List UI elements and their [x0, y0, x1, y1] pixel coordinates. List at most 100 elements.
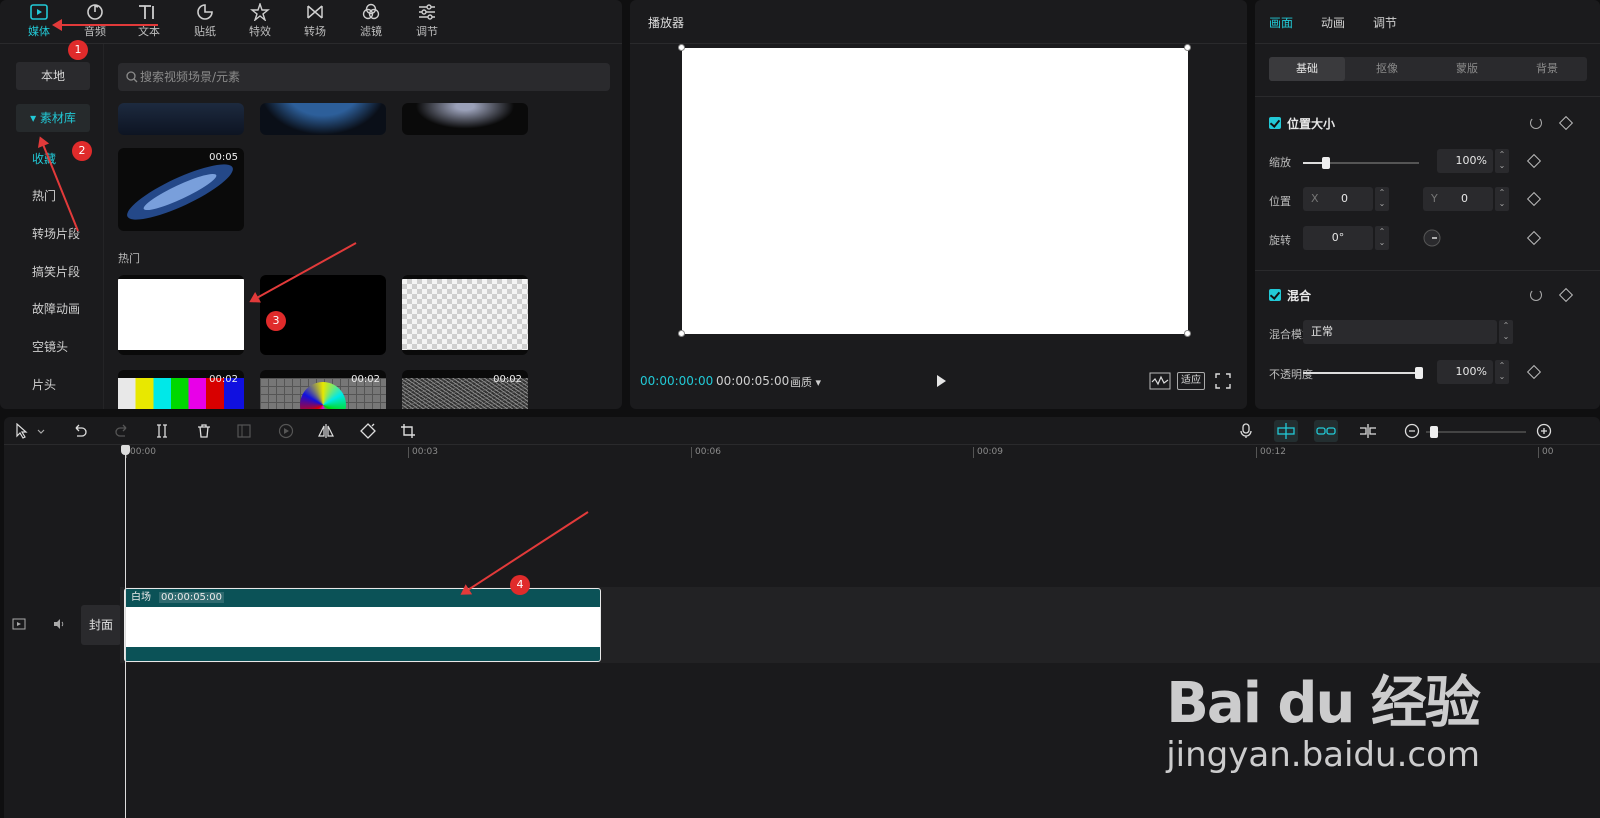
- divider: [1255, 96, 1600, 97]
- delete-icon[interactable]: [196, 423, 212, 439]
- side-local-button[interactable]: 本地: [16, 62, 90, 90]
- scale-slider[interactable]: [1303, 157, 1419, 169]
- timeline-ruler[interactable]: 00:00 00:03 00:06 00:09 00:12 00: [4, 445, 1600, 461]
- total-time: 00:00:05:00: [716, 374, 790, 388]
- tab-adjustment[interactable]: 调节: [1373, 14, 1397, 31]
- side-item-funny-clips[interactable]: 搞笑片段: [32, 263, 80, 280]
- x-stepper[interactable]: ⌃ ⌄: [1375, 187, 1389, 211]
- waveform-icon[interactable]: [1149, 372, 1171, 390]
- side-item-hot[interactable]: 热门: [32, 187, 56, 204]
- volume-icon[interactable]: [52, 617, 66, 631]
- subtab-mask[interactable]: 蒙版: [1429, 57, 1505, 81]
- tab-filter[interactable]: 滤镜: [346, 3, 396, 39]
- keyframe-icon[interactable]: [1558, 115, 1574, 131]
- tab-text[interactable]: 文本: [124, 3, 174, 39]
- slider-knob[interactable]: [1415, 367, 1423, 379]
- keyframe-icon[interactable]: [1526, 230, 1542, 246]
- keyframe-icon[interactable]: [1558, 287, 1574, 303]
- rotate-label: 旋转: [1269, 234, 1291, 247]
- tab-picture[interactable]: 画面: [1269, 14, 1293, 31]
- microphone-icon[interactable]: [1238, 423, 1254, 439]
- split-icon[interactable]: [154, 423, 170, 439]
- slider-knob[interactable]: [1322, 157, 1331, 169]
- opacity-slider[interactable]: [1303, 367, 1423, 379]
- media-thumb-noise[interactable]: 00:02: [402, 370, 528, 409]
- tab-audio[interactable]: 音频: [70, 3, 120, 39]
- side-item-empty-shot[interactable]: 空镜头: [32, 338, 68, 355]
- select-cursor-icon[interactable]: [14, 423, 30, 439]
- media-thumb-color-bars[interactable]: 00:02: [118, 370, 244, 409]
- play-icon[interactable]: [934, 374, 948, 388]
- chevron-down-icon[interactable]: [36, 423, 46, 439]
- blend-checkbox[interactable]: [1269, 289, 1281, 301]
- quality-dropdown[interactable]: 画质 ▾: [790, 374, 821, 390]
- timeline-zoom-slider[interactable]: [1426, 426, 1526, 438]
- slider-knob[interactable]: [1430, 426, 1438, 438]
- media-thumb[interactable]: [260, 103, 386, 135]
- position-x-input[interactable]: X0: [1303, 187, 1373, 211]
- baidu-watermark: Bai du 经验 jingyan.baidu.com: [1166, 658, 1481, 775]
- snap-icon: [1277, 423, 1295, 439]
- media-thumb-transparent[interactable]: [402, 275, 528, 355]
- side-library-label: 素材库: [39, 111, 76, 125]
- side-item-intro[interactable]: 片头: [32, 376, 56, 393]
- zoom-in-icon[interactable]: [1536, 423, 1552, 439]
- keyframe-icon[interactable]: [1526, 153, 1542, 169]
- media-thumb-white[interactable]: [118, 275, 244, 355]
- crop-icon[interactable]: [400, 423, 416, 439]
- position-y-input[interactable]: Y0: [1423, 187, 1493, 211]
- subtab-basic[interactable]: 基础: [1269, 57, 1345, 81]
- annotation-marker: 4: [510, 575, 530, 595]
- timeline-clip-white[interactable]: 白场 00:00:05:00: [124, 588, 601, 662]
- reset-icon[interactable]: [1530, 117, 1542, 129]
- resize-handle[interactable]: [678, 44, 685, 51]
- fullscreen-icon[interactable]: [1215, 373, 1231, 389]
- rotate-input[interactable]: 0°: [1303, 226, 1373, 250]
- text-icon: [139, 5, 154, 19]
- rotate-stepper[interactable]: ⌃ ⌄: [1375, 226, 1389, 250]
- rotation-dial-icon[interactable]: [1423, 229, 1441, 247]
- scale-stepper[interactable]: ⌃ ⌄: [1495, 149, 1509, 173]
- media-thumb[interactable]: [118, 103, 244, 135]
- resize-handle[interactable]: [1184, 44, 1191, 51]
- keyframe-icon[interactable]: [1526, 191, 1542, 207]
- blend-mode-stepper[interactable]: ⌃ ⌄: [1499, 320, 1513, 344]
- side-library-button[interactable]: ▾ 素材库: [16, 104, 90, 132]
- tab-effects[interactable]: 特效: [235, 3, 285, 39]
- side-item-glitch[interactable]: 故障动画: [32, 300, 80, 317]
- tab-animation[interactable]: 动画: [1321, 14, 1345, 31]
- auto-snap-toggle[interactable]: [1274, 420, 1298, 442]
- resize-handle[interactable]: [1184, 330, 1191, 337]
- tab-sticker[interactable]: 贴纸: [180, 3, 230, 39]
- subtab-background[interactable]: 背景: [1509, 57, 1585, 81]
- y-stepper[interactable]: ⌃ ⌄: [1495, 187, 1509, 211]
- zoom-out-icon[interactable]: [1404, 423, 1420, 439]
- scale-input[interactable]: 100%: [1437, 149, 1493, 173]
- search-input[interactable]: 搜索视频场景/元素: [118, 63, 610, 91]
- resize-handle[interactable]: [678, 330, 685, 337]
- opacity-input[interactable]: 100%: [1437, 360, 1493, 384]
- video-track-icon[interactable]: [12, 617, 26, 631]
- preview-axis-icon[interactable]: [1358, 423, 1378, 439]
- link-toggle[interactable]: [1314, 420, 1338, 442]
- mirror-icon[interactable]: [318, 423, 334, 439]
- position-size-checkbox[interactable]: [1269, 117, 1281, 129]
- tab-adjust[interactable]: 调节: [402, 3, 452, 39]
- rotate-icon[interactable]: [360, 423, 376, 439]
- media-thumb[interactable]: [402, 103, 528, 135]
- media-thumb-test-card[interactable]: 00:02: [260, 370, 386, 409]
- media-thumb-galaxy[interactable]: 00:05: [118, 148, 244, 231]
- reset-icon[interactable]: [1530, 289, 1542, 301]
- opacity-stepper[interactable]: ⌃ ⌄: [1495, 360, 1509, 384]
- subtab-keying[interactable]: 抠像: [1349, 57, 1425, 81]
- cover-button[interactable]: 封面: [81, 605, 121, 645]
- fit-ratio-button[interactable]: 适应: [1177, 372, 1205, 390]
- keyframe-icon[interactable]: [1526, 364, 1542, 380]
- preview-canvas[interactable]: [682, 48, 1188, 334]
- side-item-transition-clips[interactable]: 转场片段: [32, 225, 80, 242]
- tab-transition[interactable]: 转场: [290, 3, 340, 39]
- tab-label: 调节: [416, 25, 438, 38]
- blend-mode-select[interactable]: 正常: [1303, 320, 1497, 344]
- playhead[interactable]: [121, 445, 130, 818]
- undo-icon[interactable]: [72, 423, 88, 439]
